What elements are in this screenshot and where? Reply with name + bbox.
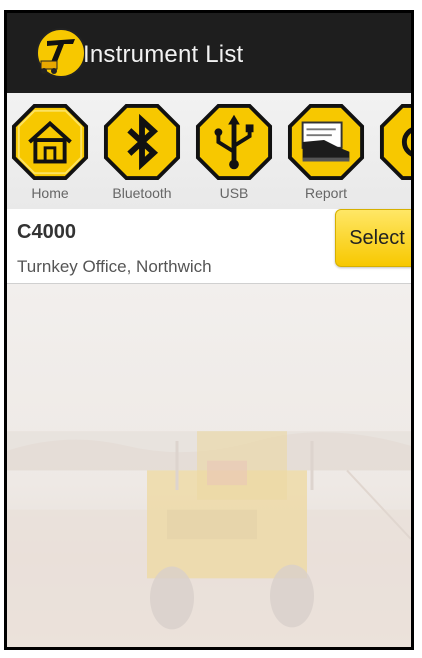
page-title: Instrument List <box>83 41 244 68</box>
instrument-location: Turnkey Office, Northwich <box>17 257 212 276</box>
report-icon <box>287 103 365 181</box>
home-icon <box>11 103 89 181</box>
toolbar-home[interactable]: Home <box>7 103 95 201</box>
toolbar-partial-item[interactable]: U <box>373 103 411 201</box>
instrument-list-item: C4000 Turnkey Office, Northwich Select <box>7 209 411 284</box>
instrument-name: C4000 <box>17 221 76 243</box>
usb-icon <box>195 103 273 181</box>
turnkey-logo <box>36 28 86 78</box>
faded-truck-image <box>7 431 411 647</box>
toolbar: Home Bluetooth USB Report <box>7 93 411 210</box>
background-photo <box>7 284 411 647</box>
bluetooth-icon <box>103 103 181 181</box>
toolbar-usb[interactable]: USB <box>189 103 279 201</box>
app-bar: Instrument List <box>7 13 411 93</box>
toolbar-report[interactable]: Report <box>281 103 371 201</box>
partial-icon <box>379 103 411 181</box>
select-button[interactable]: Select <box>335 209 411 267</box>
app-frame: Instrument List Home Bluetooth USB Repor… <box>4 10 414 650</box>
toolbar-bluetooth[interactable]: Bluetooth <box>97 103 187 201</box>
